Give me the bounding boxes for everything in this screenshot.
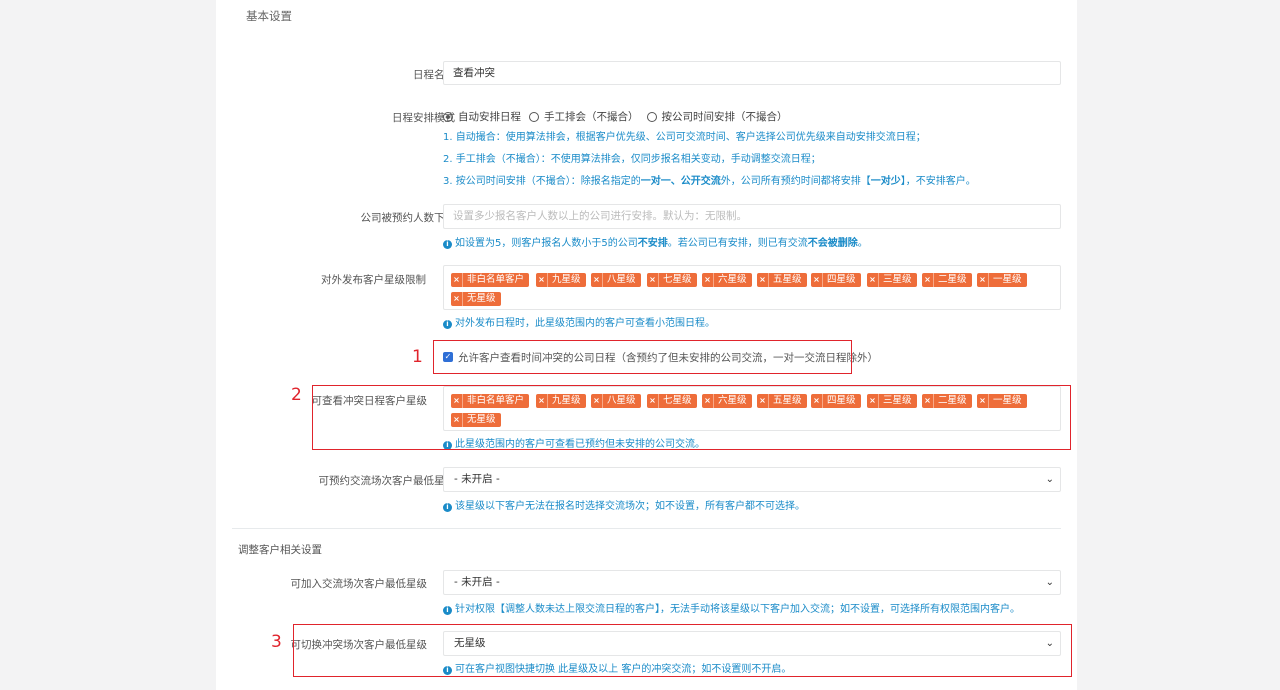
tag-remove-icon[interactable]: ×: [451, 292, 463, 306]
radio-manual[interactable]: 手工排会（不撮合）: [529, 109, 639, 124]
tag-remove-icon[interactable]: ×: [647, 273, 659, 287]
info-icon: i: [443, 320, 452, 329]
tag-item[interactable]: × 四星级: [811, 273, 861, 287]
tag-remove-icon[interactable]: ×: [757, 273, 769, 287]
radio-auto-label: 自动安排日程: [458, 111, 521, 123]
section-divider: [232, 528, 1061, 529]
tag-item[interactable]: × 无星级: [451, 292, 501, 306]
tag-item[interactable]: × 六星级: [702, 273, 752, 287]
tag-remove-icon[interactable]: ×: [536, 273, 548, 287]
tag-item[interactable]: × 八星级: [591, 273, 641, 287]
schedule-mode-radio-group: 自动安排日程 手工排会（不撮合） 按公司时间安排（不撮合）: [443, 109, 796, 124]
chevron-down-icon: ⌄: [1045, 577, 1054, 588]
radio-auto[interactable]: 自动安排日程: [443, 109, 521, 124]
schedule-mode-help-2: 2. 手工排会（不撮合）：不使用算法排会，仅同步报名相关变动，手动调整交流日程；: [443, 154, 821, 165]
schedule-name-label: 日程名称: [413, 69, 455, 81]
join-level-help: i 针对权限【调整人数未达上限交流日程的客户】，无法手动将该星级以下客户加入交流；…: [443, 600, 1020, 615]
min-session-level-select[interactable]: - 未开启 - ⌄: [443, 467, 1061, 492]
annotation-box-1: [433, 340, 852, 374]
min-booking-help: i 如设置为5，则客户报名人数小于5的公司不安排。若公司已有安排，则已有交流不会被…: [443, 234, 868, 249]
section-title-adjust: 调整客户相关设置: [238, 544, 322, 556]
join-level-select[interactable]: - 未开启 - ⌄: [443, 570, 1061, 595]
section-title-basic: 基本设置: [246, 9, 292, 23]
min-booking-input[interactable]: 设置多少报名客户人数以上的公司进行安排。默认为：无限制。: [443, 204, 1061, 229]
tag-remove-icon[interactable]: ×: [451, 273, 463, 287]
tag-item[interactable]: × 七星级: [647, 273, 697, 287]
tag-item[interactable]: × 九星级: [536, 273, 586, 287]
annotation-number-2: 2: [291, 385, 302, 405]
min-booking-label: 公司被预约人数下限: [360, 212, 456, 224]
info-icon: i: [443, 503, 452, 512]
tag-item[interactable]: × 非白名单客户: [451, 273, 530, 287]
radio-manual-label: 手工排会（不撮合）: [544, 111, 639, 123]
info-icon: i: [443, 606, 452, 615]
tag-item[interactable]: × 三星级: [867, 273, 917, 287]
schedule-name-input[interactable]: 查看冲突: [443, 61, 1061, 85]
tag-item[interactable]: × 一星级: [977, 273, 1027, 287]
tag-item[interactable]: × 二星级: [922, 273, 972, 287]
tag-remove-icon[interactable]: ×: [702, 273, 714, 287]
annotation-number-3: 3: [271, 632, 282, 652]
external-level-label: 对外发布客户星级限制: [321, 274, 426, 286]
radio-company-time-circle[interactable]: [646, 111, 657, 122]
chevron-down-icon: ⌄: [1045, 474, 1054, 485]
radio-auto-circle[interactable]: [443, 111, 453, 122]
tag-remove-icon[interactable]: ×: [591, 273, 603, 287]
tag-remove-icon[interactable]: ×: [977, 273, 989, 287]
min-session-level-label: 可预约交流场次客户最低星级: [318, 475, 456, 487]
min-session-level-help: i 该星级以下客户无法在报名时选择交流场次；如不设置，所有客户都不可选择。: [443, 497, 805, 512]
annotation-box-2: [312, 385, 1071, 450]
tag-remove-icon[interactable]: ×: [811, 273, 823, 287]
external-level-help: i 对外发布日程时，此星级范围内的客户可查看小范围日程。: [443, 314, 715, 329]
annotation-number-1: 1: [412, 347, 423, 367]
tag-item[interactable]: × 五星级: [757, 273, 807, 287]
tag-remove-icon[interactable]: ×: [922, 273, 934, 287]
radio-company-time[interactable]: 按公司时间安排（不撮合）: [646, 109, 788, 124]
radio-company-time-label: 按公司时间安排（不撮合）: [661, 111, 788, 123]
schedule-mode-help-1: 1. 自动撮合：使用算法排会，根据客户优先级、公司可交流时间、客户选择公司优先级…: [443, 132, 926, 143]
tag-remove-icon[interactable]: ×: [867, 273, 879, 287]
schedule-mode-label: 日程安排模式: [392, 112, 455, 124]
external-level-tagbox[interactable]: × 非白名单客户 × 九星级 × 八星级 × 七星级 × 六星级 × 五星级 × 四星级 × 三…: [443, 265, 1061, 310]
radio-manual-circle[interactable]: [529, 111, 539, 122]
info-icon: i: [443, 240, 452, 249]
join-level-label: 可加入交流场次客户最低星级: [290, 578, 428, 590]
schedule-mode-help-3: 3. 按公司时间安排（不撮合）：除报名指定的一对一、公开交流外，公司所有预约时间…: [443, 176, 976, 187]
annotation-box-3: [293, 624, 1072, 677]
